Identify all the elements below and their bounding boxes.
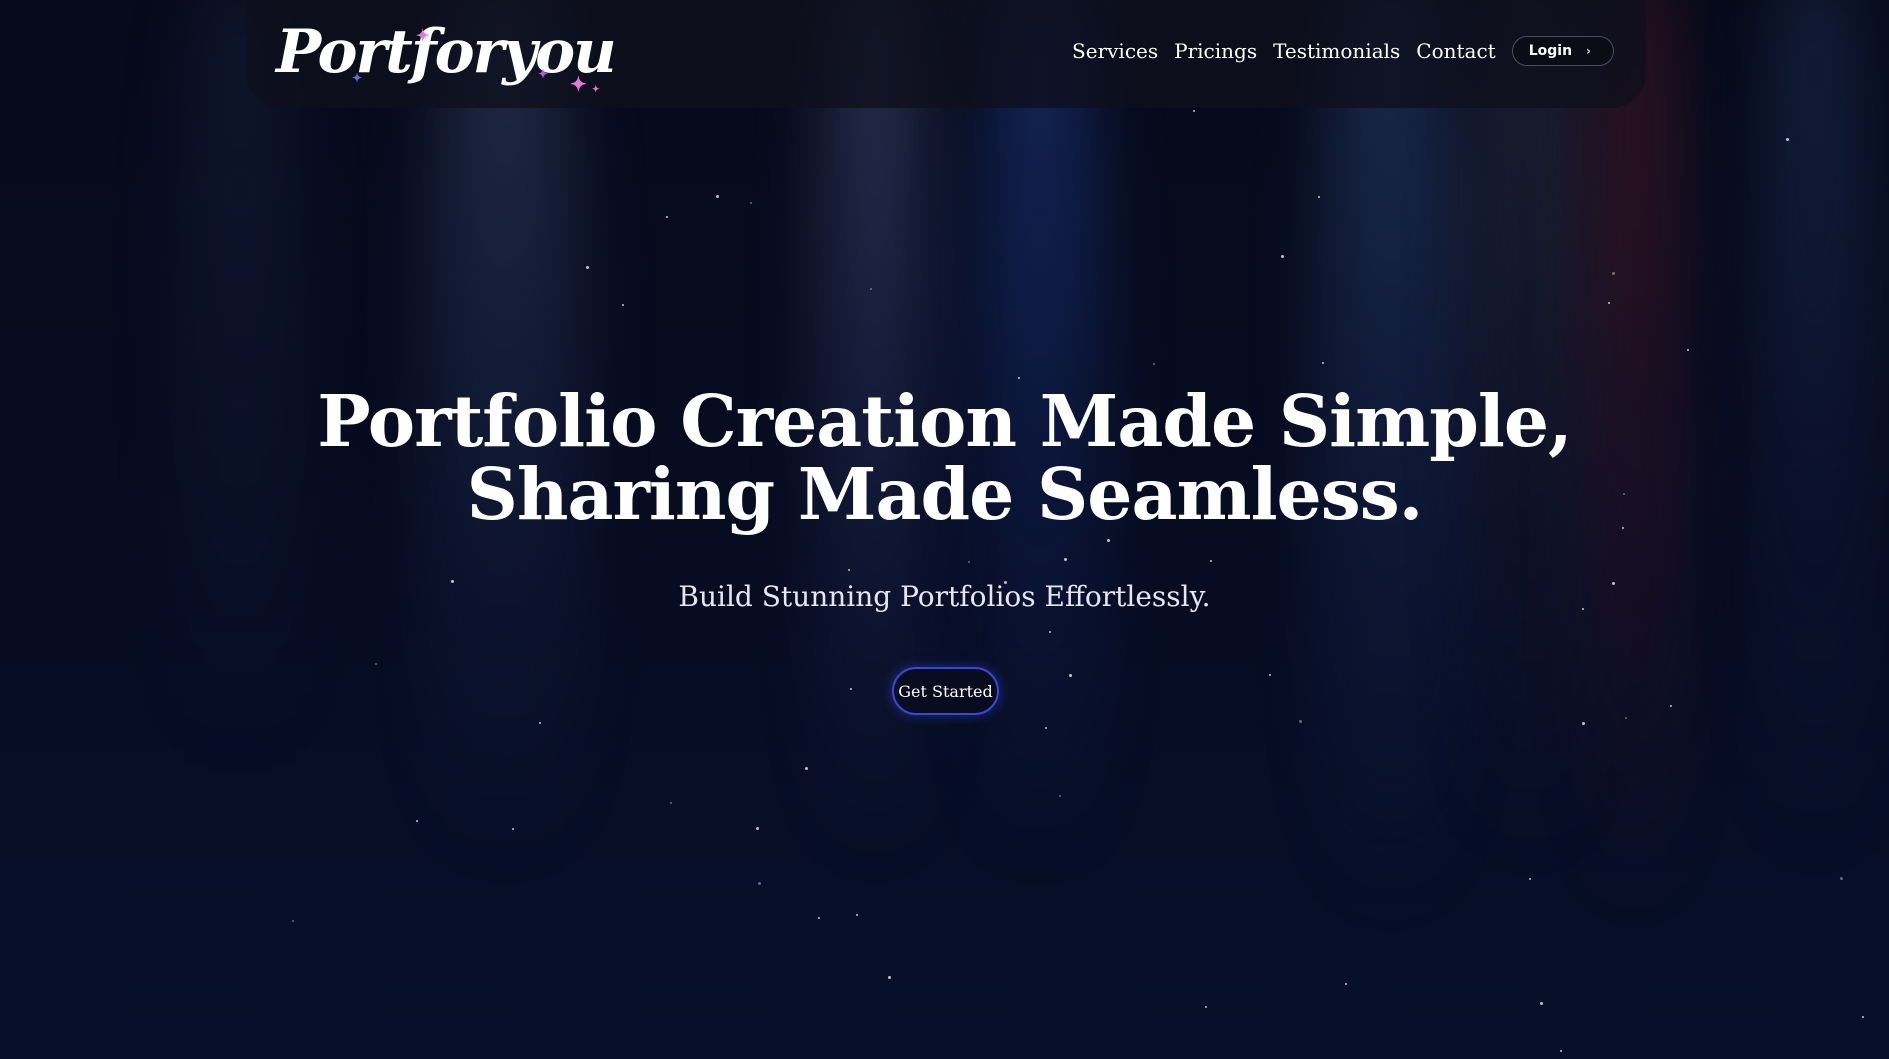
sparkle-icon: ✦ <box>538 67 548 81</box>
star-dot <box>856 914 858 916</box>
star-dot <box>1670 705 1672 707</box>
nav-link-services[interactable]: Services <box>1072 39 1158 63</box>
star-dot <box>1064 558 1067 561</box>
chevron-right-icon: › <box>1586 44 1591 58</box>
star-dot <box>1269 674 1271 676</box>
star-dot <box>1281 255 1284 258</box>
star-dot <box>1840 877 1843 880</box>
star-dot <box>539 722 541 724</box>
star-dot <box>666 216 668 218</box>
star-dot <box>1107 539 1110 542</box>
sparkle-icon: ✦ <box>570 72 587 96</box>
star-dot <box>850 688 852 690</box>
star-dot <box>818 917 820 919</box>
star-dot <box>1299 720 1302 723</box>
star-dot <box>416 820 418 822</box>
hero-title-line-1: Portfolio Creation Made Simple, <box>317 379 1573 463</box>
star-dot <box>1608 302 1610 304</box>
brand-logo[interactable]: Portforyou ✦ ✦ ✦ ✦ ✦ <box>276 12 617 96</box>
star-dot <box>1345 983 1347 985</box>
star-dot <box>870 288 872 290</box>
star-dot <box>1153 363 1155 365</box>
star-dot <box>622 304 624 306</box>
star-dot <box>1560 1050 1562 1052</box>
star-dot <box>1205 1006 1207 1008</box>
hero-title-line-2: Sharing Made Seamless. <box>466 452 1424 536</box>
star-dot <box>1210 560 1212 562</box>
hero-subtitle: Build Stunning Portfolios Effortlessly. <box>678 580 1211 613</box>
star-dot <box>375 663 377 665</box>
star-dot <box>586 266 589 269</box>
star-dot <box>1193 110 1195 112</box>
star-dot <box>756 827 759 830</box>
star-dot <box>848 569 850 571</box>
star-dot <box>805 767 808 770</box>
star-dot <box>1786 138 1789 141</box>
star-dot <box>716 195 719 198</box>
nav-link-testimonials[interactable]: Testimonials <box>1273 39 1400 63</box>
star-dot <box>1045 727 1047 729</box>
star-dot <box>1625 717 1627 719</box>
main-nav: Services Pricings Testimonials Contact L… <box>1072 36 1614 66</box>
nav-link-contact[interactable]: Contact <box>1416 39 1495 63</box>
navbar: Portforyou ✦ ✦ ✦ ✦ ✦ Services Pricings T… <box>246 0 1646 108</box>
star-dot <box>888 976 891 979</box>
star-dot <box>1529 878 1531 880</box>
star-dot <box>1612 272 1615 275</box>
star-dot <box>1069 674 1072 677</box>
star-dot <box>1582 722 1585 725</box>
star-dot <box>1540 1002 1543 1005</box>
star-dot <box>968 561 970 563</box>
nav-link-pricings[interactable]: Pricings <box>1174 39 1257 63</box>
login-button[interactable]: Login › <box>1511 36 1614 66</box>
login-label: Login <box>1528 43 1573 59</box>
star-dot <box>1322 362 1324 364</box>
star-dot <box>1059 795 1061 797</box>
page-background: Portforyou ✦ ✦ ✦ ✦ ✦ Services Pricings T… <box>0 0 1889 1059</box>
brand-name: Portforyou <box>276 17 617 87</box>
star-dot <box>1687 349 1689 351</box>
sparkle-icon: ✦ <box>416 26 429 45</box>
star-dot <box>1318 196 1320 198</box>
sparkle-icon: ✦ <box>352 71 362 85</box>
sparkle-icon: ✦ <box>592 85 599 95</box>
star-dot <box>1862 1016 1864 1018</box>
hero-title: Portfolio Creation Made Simple, Sharing … <box>0 385 1889 531</box>
star-dot <box>512 828 514 830</box>
star-dot <box>1049 631 1051 633</box>
star-dot <box>292 920 294 922</box>
star-dot <box>750 202 752 204</box>
get-started-button[interactable]: Get Started <box>892 667 999 715</box>
star-dot <box>758 882 761 885</box>
star-dot <box>670 802 672 804</box>
